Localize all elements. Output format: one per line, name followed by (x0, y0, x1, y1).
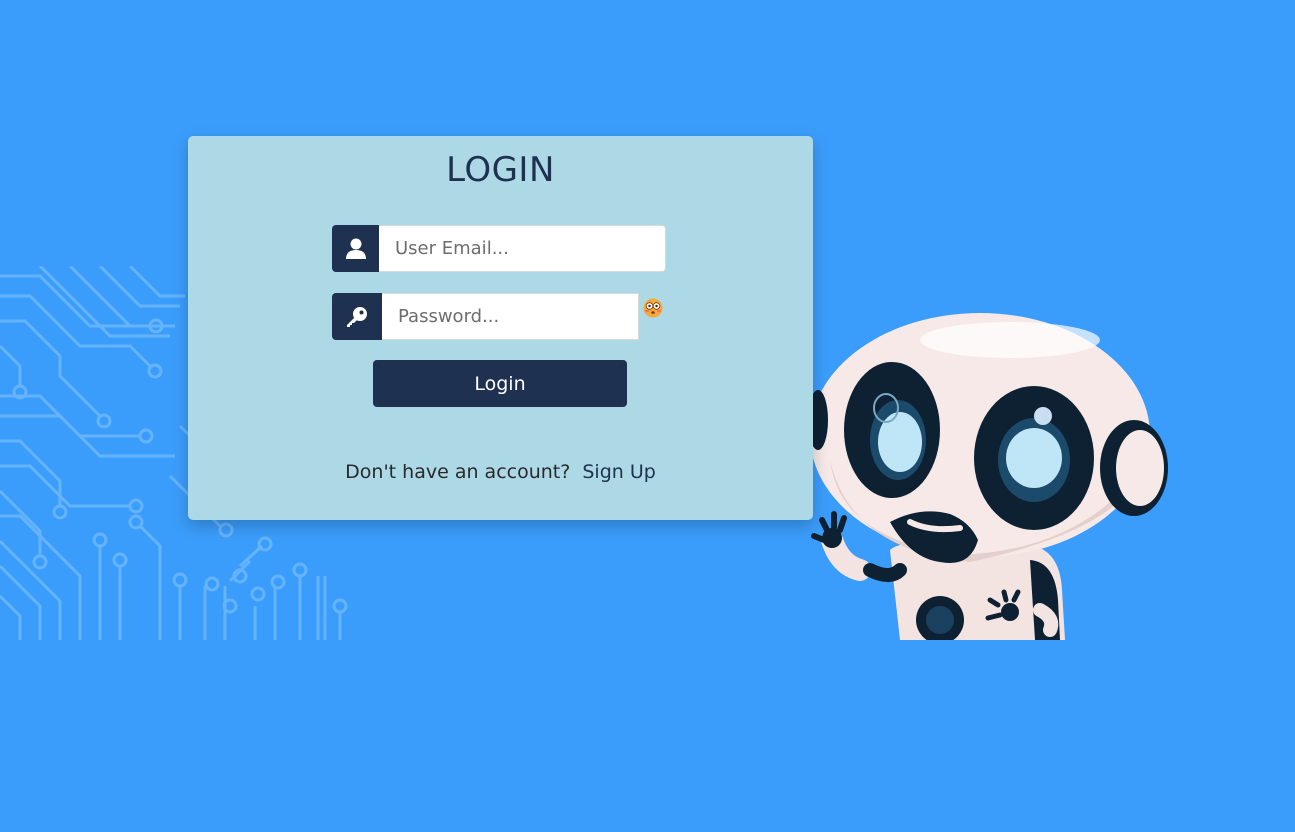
password-field-group (332, 293, 639, 340)
email-input[interactable] (379, 225, 666, 272)
password-input[interactable] (382, 293, 639, 340)
signup-prompt: Don't have an account? (345, 461, 571, 483)
login-button[interactable]: Login (373, 360, 627, 407)
signup-link[interactable]: Sign Up (582, 461, 655, 483)
user-icon (332, 225, 379, 272)
login-card: LOGIN User Email... Login Don't have an … (188, 136, 813, 520)
robot-illustration (808, 313, 1168, 640)
email-field-group (332, 225, 666, 272)
login-page: LOGIN User Email... Login Don't have an … (0, 0, 1295, 832)
eye-toggle-emoji-icon[interactable] (643, 298, 663, 318)
key-icon (332, 293, 382, 340)
login-title: LOGIN (446, 150, 555, 190)
signup-row: Don't have an account? Sign Up (188, 461, 813, 483)
